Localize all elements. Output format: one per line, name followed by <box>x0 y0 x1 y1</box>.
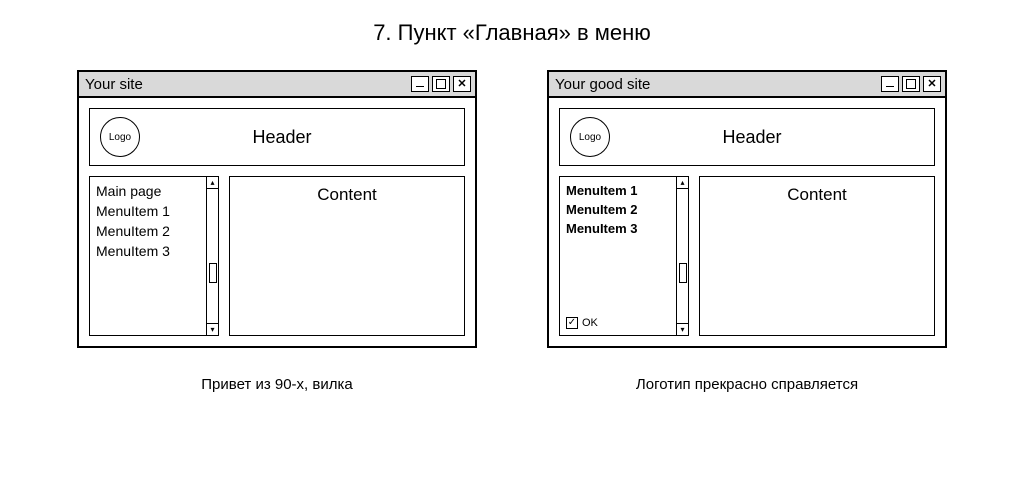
content-region: Content <box>699 176 935 336</box>
menu-item-3[interactable]: MenuItem 3 <box>566 221 670 236</box>
window-right: Your good site Logo Header MenuItem 1 <box>547 70 947 348</box>
example-right: Your good site Logo Header MenuItem 1 <box>547 70 947 393</box>
page-title: 7. Пункт «Главная» в меню <box>40 20 984 46</box>
scrollbar[interactable]: ▴ ▾ <box>676 177 688 335</box>
logo-icon[interactable]: Logo <box>570 117 610 157</box>
caption-right: Логотип прекрасно справляется <box>636 376 858 393</box>
menu-item-2[interactable]: MenuItem 2 <box>96 223 200 239</box>
scroll-down-icon[interactable]: ▾ <box>677 323 688 335</box>
scroll-thumb[interactable] <box>209 263 217 283</box>
scroll-up-icon[interactable]: ▴ <box>207 177 218 189</box>
scroll-down-icon[interactable]: ▾ <box>207 323 218 335</box>
menu-item-main[interactable]: Main page <box>96 183 200 199</box>
ok-indicator: ✓ OK <box>566 317 670 329</box>
titlebar: Your site <box>79 72 475 98</box>
logo-icon[interactable]: Logo <box>100 117 140 157</box>
scroll-up-icon[interactable]: ▴ <box>677 177 688 189</box>
window-left: Your site Logo Header Main page Menu <box>77 70 477 348</box>
window-controls <box>881 76 941 92</box>
titlebar: Your good site <box>549 72 945 98</box>
window-title-text: Your good site <box>553 76 650 93</box>
minimize-icon[interactable] <box>411 76 429 92</box>
menu-item-2[interactable]: MenuItem 2 <box>566 202 670 217</box>
checkbox-icon: ✓ <box>566 317 578 329</box>
caption-left: Привет из 90-х, вилка <box>201 376 352 393</box>
minimize-icon[interactable] <box>881 76 899 92</box>
window-title-text: Your site <box>83 76 143 93</box>
scrollbar[interactable]: ▴ ▾ <box>206 177 218 335</box>
header-label: Header <box>620 127 884 148</box>
content-region: Content <box>229 176 465 336</box>
menu-item-1[interactable]: MenuItem 1 <box>566 183 670 198</box>
menu-item-1[interactable]: MenuItem 1 <box>96 203 200 219</box>
window-controls <box>411 76 471 92</box>
header-region: Logo Header <box>559 108 935 166</box>
header-label: Header <box>150 127 414 148</box>
maximize-icon[interactable] <box>432 76 450 92</box>
close-icon[interactable] <box>453 76 471 92</box>
menu-item-3[interactable]: MenuItem 3 <box>96 243 200 259</box>
sidebar-menu: Main page MenuItem 1 MenuItem 2 MenuItem… <box>89 176 219 336</box>
example-left: Your site Logo Header Main page Menu <box>77 70 477 393</box>
header-region: Logo Header <box>89 108 465 166</box>
maximize-icon[interactable] <box>902 76 920 92</box>
sidebar-menu: MenuItem 1 MenuItem 2 MenuItem 3 ✓ OK ▴ … <box>559 176 689 336</box>
ok-label: OK <box>582 317 598 329</box>
scroll-thumb[interactable] <box>679 263 687 283</box>
close-icon[interactable] <box>923 76 941 92</box>
